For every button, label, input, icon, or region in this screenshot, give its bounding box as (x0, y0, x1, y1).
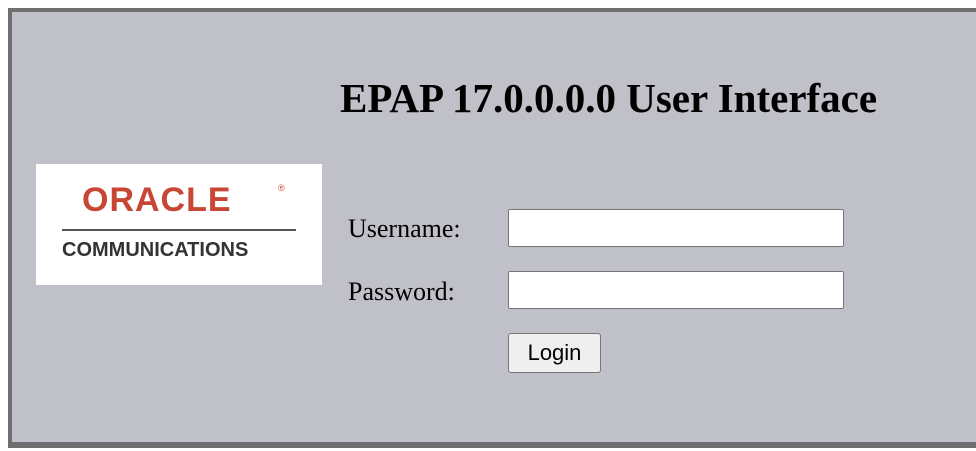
password-label: Password: (348, 277, 455, 306)
login-button[interactable]: Login (508, 333, 601, 373)
logo-registered-mark: ® (278, 183, 285, 193)
logo-divider (62, 229, 296, 231)
oracle-communications-logo: ORACLE ® COMMUNICATIONS (36, 164, 322, 285)
username-input[interactable] (508, 209, 844, 247)
page-title: EPAP 17.0.0.0.0 User Interface (340, 75, 878, 121)
window-frame: EPAP 17.0.0.0.0 User Interface ORACLE ® … (8, 8, 976, 448)
login-panel: EPAP 17.0.0.0.0 User Interface ORACLE ® … (12, 12, 976, 442)
logo-brand: ORACLE (82, 181, 232, 219)
logo-subtitle: COMMUNICATIONS (62, 239, 249, 261)
username-label: Username: (348, 214, 461, 243)
password-input[interactable] (508, 271, 844, 309)
